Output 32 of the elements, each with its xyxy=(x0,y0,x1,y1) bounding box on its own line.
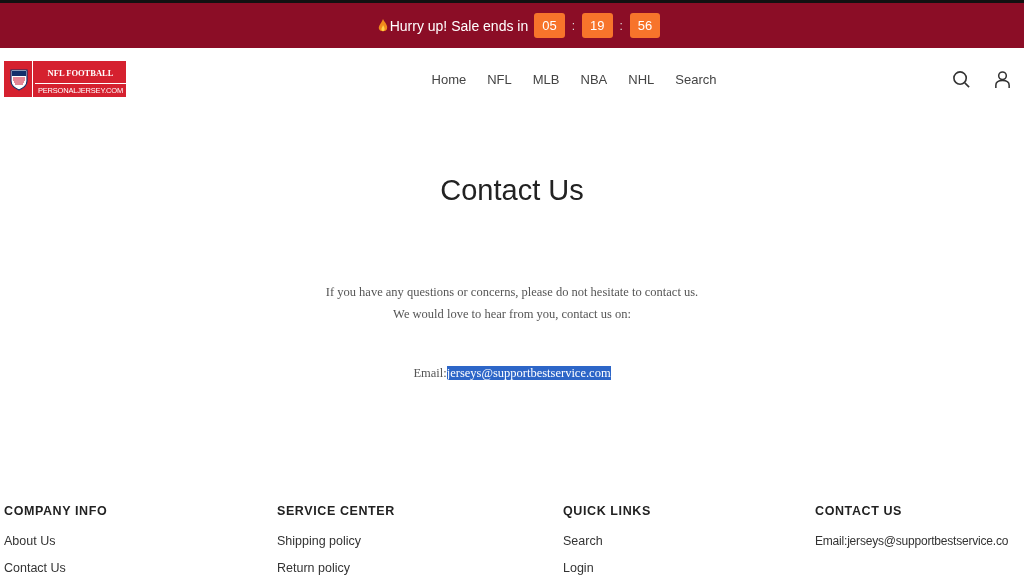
flame-icon xyxy=(377,18,388,33)
sale-text: Hurry up! Sale ends in xyxy=(389,17,529,34)
nav-link[interactable]: Search xyxy=(675,71,717,87)
footer-heading: CONTACT US xyxy=(815,504,902,518)
nav-link[interactable]: NFL xyxy=(487,71,512,87)
footer-link[interactable]: Search xyxy=(563,534,603,548)
countdown-digit: 56 xyxy=(629,13,661,38)
timer-separator: : xyxy=(619,18,623,33)
contact-text: We would love to hear from you, contact us on: xyxy=(392,307,632,322)
footer-link[interactable]: Email:jerseys@supportbestservice.co xyxy=(815,534,1009,548)
footer-heading: SERVICE CENTER xyxy=(277,504,395,518)
logo-title: NFL FOOTBALL xyxy=(35,63,126,84)
nav-link[interactable]: NBA xyxy=(580,71,608,87)
footer-link[interactable]: About Us xyxy=(4,534,56,548)
contact-text: If you have any questions or concerns, please do not hesitate to contact us. xyxy=(325,285,699,300)
search-icon[interactable] xyxy=(952,69,971,89)
nav-link[interactable]: MLB xyxy=(532,71,560,87)
footer-link[interactable]: Login xyxy=(563,561,594,575)
footer-link[interactable]: Contact Us xyxy=(4,561,66,575)
footer-heading: QUICK LINKS xyxy=(563,504,651,518)
account-icon[interactable] xyxy=(993,69,1012,89)
nav-link[interactable]: Home xyxy=(431,71,467,87)
page-title: Contact Us xyxy=(440,174,584,207)
footer-link[interactable]: Return policy xyxy=(277,561,350,575)
countdown-digit: 05 xyxy=(534,13,565,38)
footer-heading: COMPANY INFO xyxy=(4,504,108,518)
timer-separator: : xyxy=(571,18,576,33)
shield-icon xyxy=(8,67,29,91)
footer-link[interactable]: Shipping policy xyxy=(277,534,362,548)
nav-link[interactable]: NHL xyxy=(628,71,655,87)
email-label: Email: xyxy=(413,366,447,380)
countdown-digit: 19 xyxy=(582,13,613,38)
